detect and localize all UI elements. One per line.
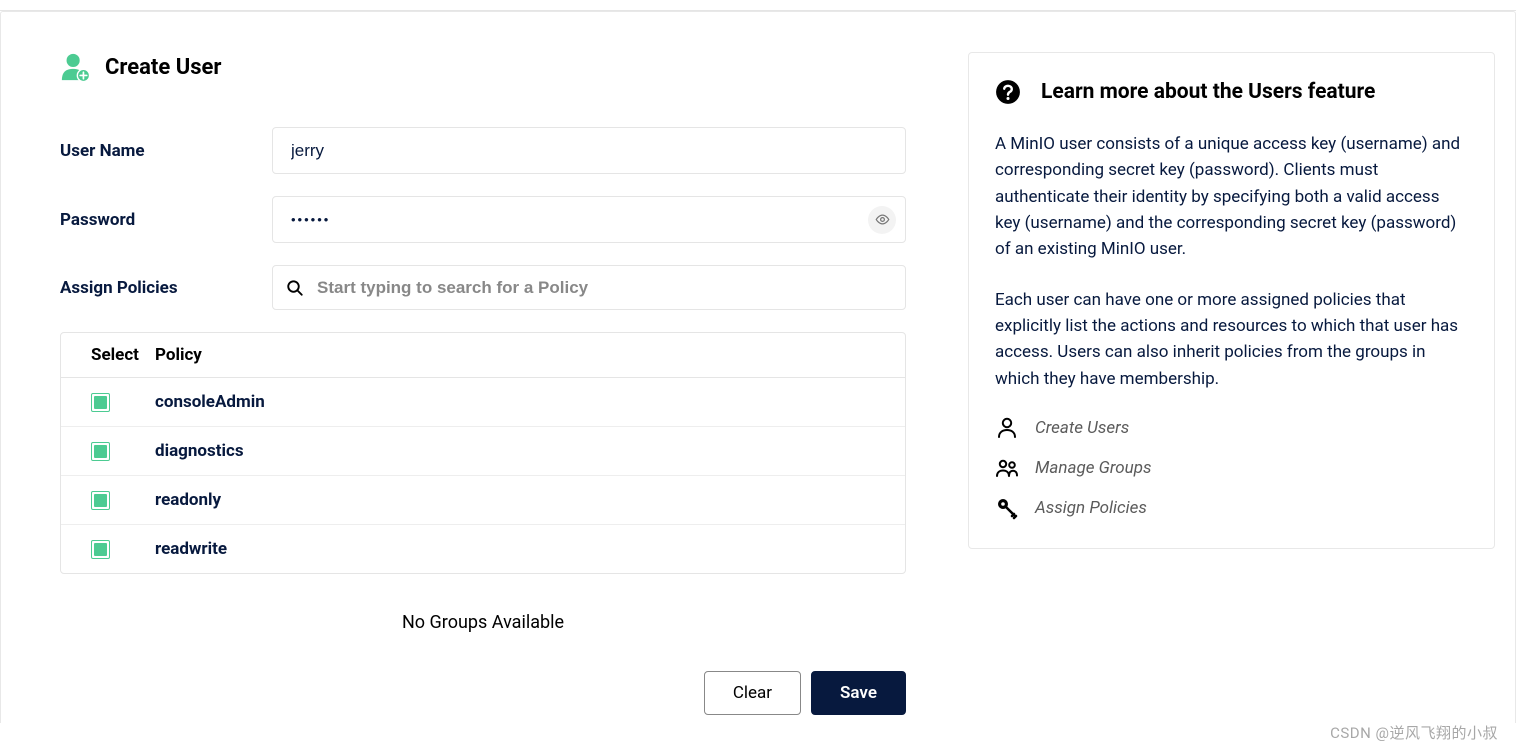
help-link-create-users[interactable]: Create Users [995, 416, 1468, 440]
policy-table-body[interactable]: consoleAdmin diagnostics readonly readwr… [61, 378, 905, 573]
eye-icon [875, 212, 890, 227]
button-row: Clear Save [60, 671, 906, 723]
page-header: Create User [60, 52, 906, 82]
policy-name: readonly [155, 490, 875, 510]
user-add-icon [60, 52, 90, 82]
help-sidebar: Learn more about the Users feature A Min… [968, 52, 1495, 549]
password-row: Password [60, 196, 906, 243]
table-header-policy: Policy [155, 345, 875, 365]
main-panel: Create User User Name Password Assign [25, 52, 936, 723]
sidebar-paragraph: Each user can have one or more assigned … [995, 287, 1468, 392]
group-icon [995, 456, 1019, 480]
sidebar-title: Learn more about the Users feature [1041, 80, 1375, 104]
password-input[interactable] [272, 196, 906, 243]
help-link-label: Assign Policies [1035, 498, 1147, 518]
help-link-label: Create Users [1035, 418, 1129, 438]
policy-checkbox[interactable] [91, 442, 110, 461]
table-row: readwrite [61, 525, 905, 573]
policy-checkbox[interactable] [91, 491, 110, 510]
policy-name: consoleAdmin [155, 392, 875, 412]
clear-button[interactable]: Clear [704, 671, 801, 715]
username-row: User Name [60, 127, 906, 174]
sidebar-paragraph: A MinIO user consists of a unique access… [995, 131, 1468, 263]
table-row: diagnostics [61, 427, 905, 476]
help-link-assign-policies[interactable]: Assign Policies [995, 496, 1468, 520]
policy-checkbox[interactable] [91, 540, 110, 559]
table-header-select: Select [91, 345, 155, 365]
help-link-manage-groups[interactable]: Manage Groups [995, 456, 1468, 480]
assign-policies-label: Assign Policies [60, 278, 272, 298]
policy-search-input[interactable] [272, 265, 906, 310]
question-icon [995, 79, 1021, 105]
search-icon [286, 279, 304, 297]
save-button[interactable]: Save [811, 671, 906, 715]
table-row: readonly [61, 476, 905, 525]
username-label: User Name [60, 141, 272, 161]
user-icon [995, 416, 1019, 440]
policy-checkbox[interactable] [91, 393, 110, 412]
username-input[interactable] [272, 127, 906, 174]
policy-name: diagnostics [155, 441, 875, 461]
page-title: Create User [105, 55, 221, 80]
watermark: CSDN @逆风飞翔的小叔 [1330, 722, 1498, 743]
assign-policies-row: Assign Policies [60, 265, 906, 310]
toggle-password-visibility-button[interactable] [868, 206, 896, 234]
no-groups-message: No Groups Available [60, 612, 906, 633]
policy-table: Select Policy consoleAdmin diagnostics r… [60, 332, 906, 574]
policy-name: readwrite [155, 539, 875, 559]
table-row: consoleAdmin [61, 378, 905, 427]
key-icon [995, 496, 1019, 520]
help-link-label: Manage Groups [1035, 458, 1152, 478]
password-label: Password [60, 210, 272, 230]
